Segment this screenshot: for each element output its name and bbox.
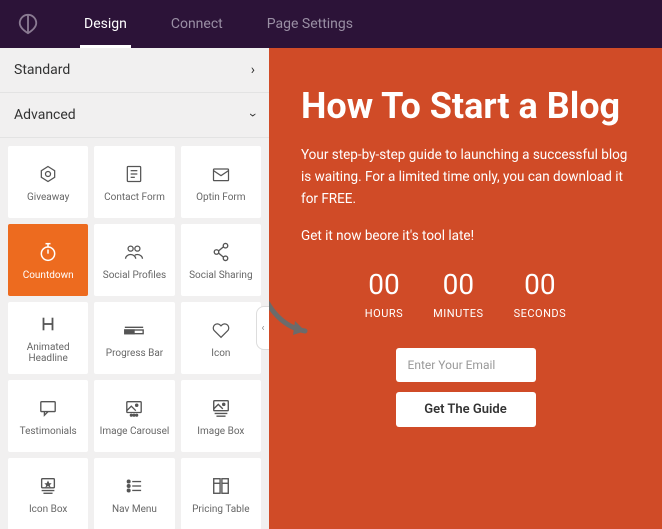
section-label: Standard xyxy=(14,62,70,78)
contact-form-icon xyxy=(124,162,144,186)
widget-countdown[interactable]: Countdown xyxy=(8,224,88,296)
testimonials-icon xyxy=(38,396,58,420)
widget-progress-bar[interactable]: Progress Bar xyxy=(94,302,174,374)
social-sharing-icon xyxy=(212,240,230,264)
countdown-icon xyxy=(38,240,58,264)
giveaway-icon xyxy=(38,162,58,186)
optin-form-icon xyxy=(211,162,231,186)
section-standard[interactable]: Standard › xyxy=(0,48,269,93)
countdown-seconds: 00 SECONDS xyxy=(514,268,567,320)
widget-label: Giveaway xyxy=(27,192,69,203)
countdown: 00 HOURS 00 MINUTES 00 SECONDS xyxy=(301,268,630,320)
image-carousel-icon xyxy=(124,396,144,420)
chevron-right-icon: › xyxy=(251,62,255,78)
widget-label: Image Carousel xyxy=(100,426,170,437)
tab-connect[interactable]: Connect xyxy=(149,0,245,48)
widget-label: Animated Headline xyxy=(8,342,88,364)
sidebar-collapse-handle[interactable]: ‹ xyxy=(256,306,269,350)
submit-button[interactable]: Get The Guide xyxy=(396,392,536,427)
widget-label: Icon Box xyxy=(29,504,67,515)
widget-label: Icon xyxy=(211,348,230,359)
cta-text: Get it now beore it's tool late! xyxy=(301,228,630,244)
nav-menu-icon xyxy=(124,474,144,498)
widget-testimonials[interactable]: Testimonials xyxy=(8,380,88,452)
preview-canvas: How To Start a Blog Your step-by-step gu… xyxy=(269,48,662,529)
countdown-minutes: 00 MINUTES xyxy=(433,268,483,320)
tab-page-settings[interactable]: Page Settings xyxy=(245,0,375,48)
countdown-label: MINUTES xyxy=(433,307,483,320)
widget-optin-form[interactable]: Optin Form xyxy=(181,146,261,218)
widget-image-box[interactable]: Image Box xyxy=(181,380,261,452)
image-box-icon xyxy=(211,396,231,420)
progress-bar-icon xyxy=(123,318,145,342)
chevron-down-icon: › xyxy=(245,113,261,117)
heart-icon xyxy=(211,318,231,342)
countdown-label: SECONDS xyxy=(514,307,567,320)
section-advanced[interactable]: Advanced › xyxy=(0,93,269,138)
section-label: Advanced xyxy=(14,107,76,123)
widget-label: Image Box xyxy=(197,426,244,437)
animated-headline-icon xyxy=(39,312,57,336)
widget-giveaway[interactable]: Giveaway xyxy=(8,146,88,218)
main: Standard › Advanced › Giveaway Contact F… xyxy=(0,48,662,529)
widget-label: Optin Form xyxy=(196,192,246,203)
countdown-value: 00 xyxy=(433,268,483,301)
widget-label: Nav Menu xyxy=(112,504,157,515)
pricing-table-icon xyxy=(211,474,231,498)
widget-label: Social Profiles xyxy=(103,270,166,281)
widget-image-carousel[interactable]: Image Carousel xyxy=(94,380,174,452)
widget-label: Pricing Table xyxy=(192,504,249,515)
chevron-left-icon: ‹ xyxy=(261,323,264,334)
countdown-value: 00 xyxy=(365,268,403,301)
widget-label: Contact Form xyxy=(104,192,165,203)
widget-label: Social Sharing xyxy=(189,270,253,281)
countdown-value: 00 xyxy=(514,268,567,301)
app-logo xyxy=(14,10,42,38)
widget-contact-form[interactable]: Contact Form xyxy=(94,146,174,218)
page-title: How To Start a Blog xyxy=(301,86,630,127)
widget-animated-headline[interactable]: Animated Headline xyxy=(8,302,88,374)
optin-form: Get The Guide xyxy=(301,348,630,427)
page-subtitle: Your step-by-step guide to launching a s… xyxy=(301,145,630,210)
social-profiles-icon xyxy=(123,240,145,264)
widget-label: Countdown xyxy=(23,270,74,281)
widget-label: Testimonials xyxy=(20,426,77,437)
widget-icon[interactable]: Icon xyxy=(181,302,261,374)
widget-social-profiles[interactable]: Social Profiles xyxy=(94,224,174,296)
widget-icon-box[interactable]: Icon Box xyxy=(8,458,88,529)
email-field[interactable] xyxy=(396,348,536,382)
widget-social-sharing[interactable]: Social Sharing xyxy=(181,224,261,296)
widget-label: Progress Bar xyxy=(106,348,163,359)
topbar: Design Connect Page Settings xyxy=(0,0,662,48)
widget-grid: Giveaway Contact Form Optin Form Countdo… xyxy=(0,138,269,529)
widget-pricing-table[interactable]: Pricing Table xyxy=(181,458,261,529)
countdown-label: HOURS xyxy=(365,307,403,320)
tab-design[interactable]: Design xyxy=(62,0,149,48)
icon-box-icon xyxy=(38,474,58,498)
widget-nav-menu[interactable]: Nav Menu xyxy=(94,458,174,529)
countdown-hours: 00 HOURS xyxy=(365,268,403,320)
sidebar: Standard › Advanced › Giveaway Contact F… xyxy=(0,48,269,529)
